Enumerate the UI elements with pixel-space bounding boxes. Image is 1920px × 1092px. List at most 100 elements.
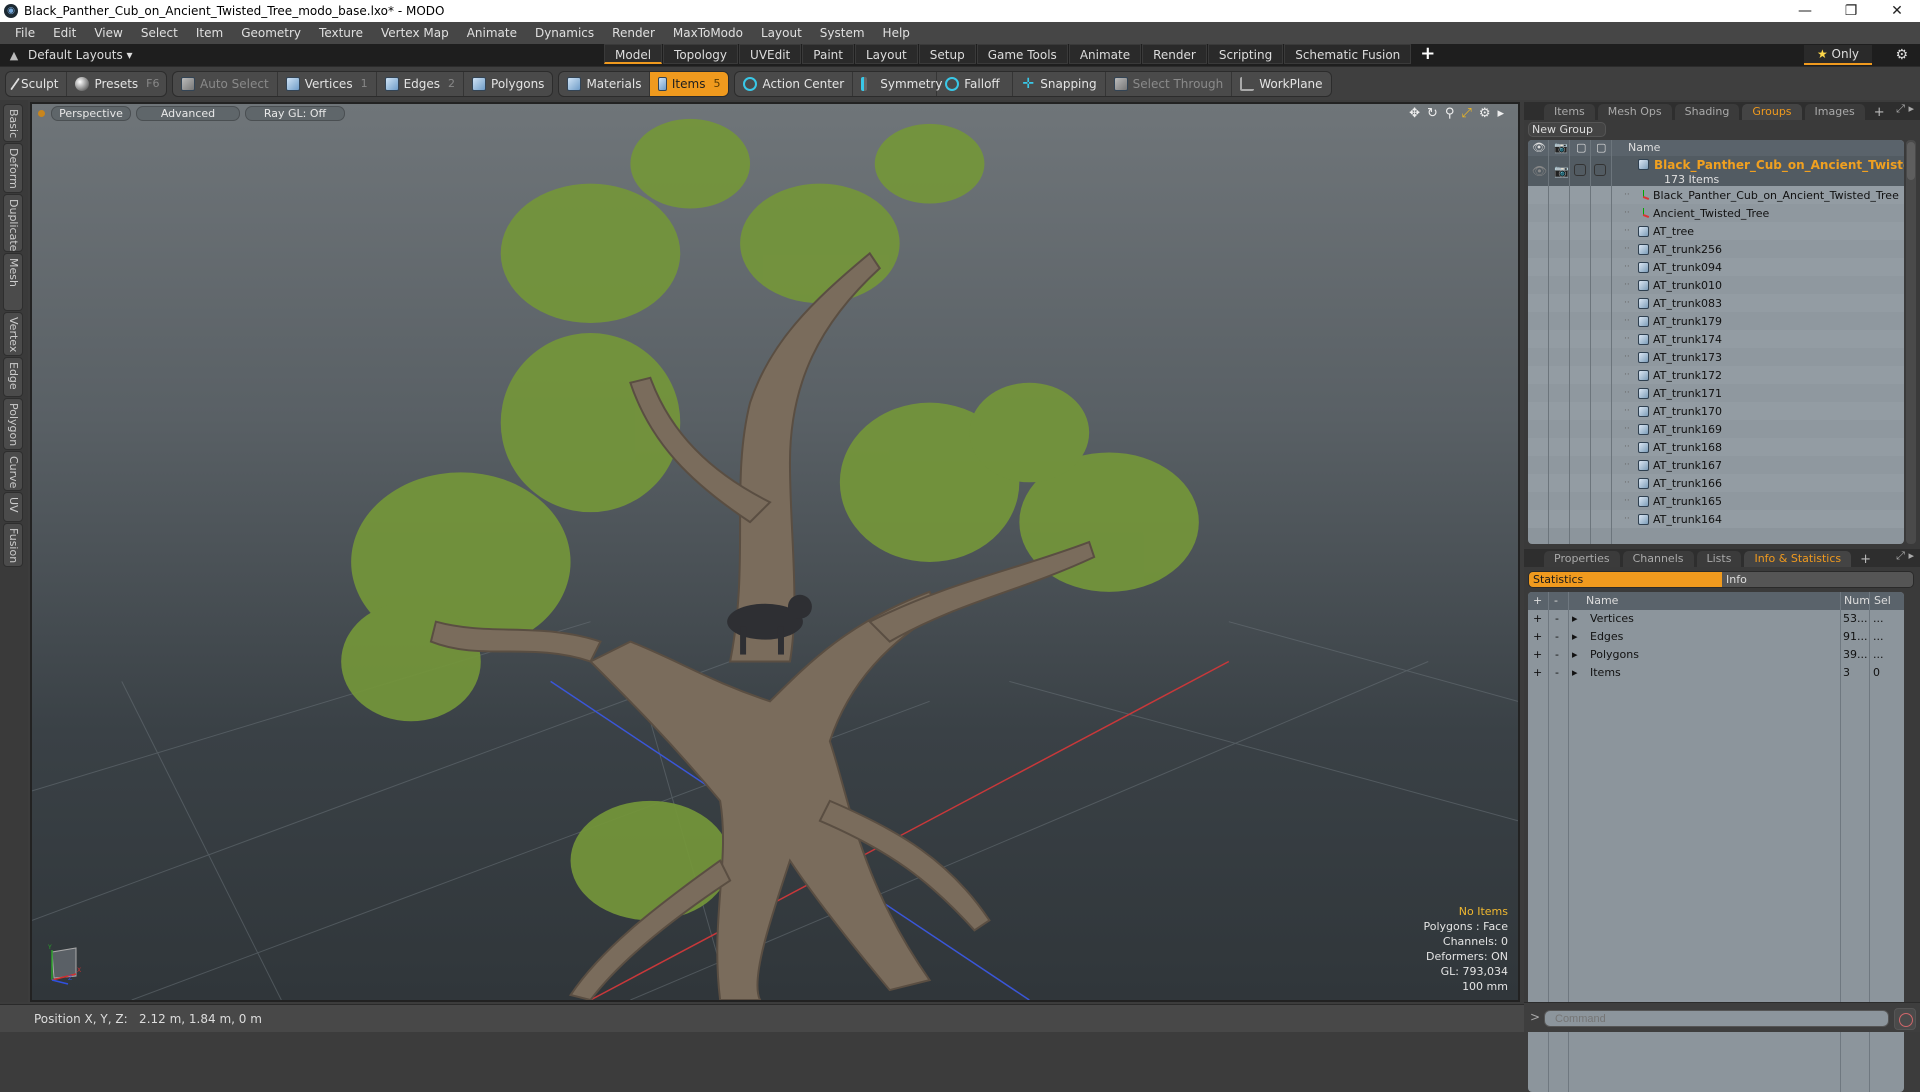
group-member-row[interactable]: ·· AT_trunk168 (1528, 438, 1904, 456)
tab-game-tools[interactable]: Game Tools (976, 44, 1068, 64)
advanced-shading-button[interactable]: Advanced (136, 106, 240, 121)
vertices-button[interactable]: Vertices 1 (278, 71, 377, 96)
maximize-button[interactable]: ❐ (1828, 0, 1874, 22)
groups-scrollbar[interactable] (1906, 140, 1916, 544)
add-selection-button[interactable]: + (1533, 612, 1542, 625)
tool-tab-deform[interactable]: Deform (3, 143, 23, 193)
zoom-icon[interactable]: ⚲ (1445, 106, 1455, 121)
remove-selection-button[interactable]: - (1555, 648, 1559, 661)
tool-tab-uv[interactable]: UV (3, 492, 23, 522)
tool-tab-curve[interactable]: Curve (3, 451, 23, 491)
group-member-row[interactable]: ·· AT_trunk167 (1528, 456, 1904, 474)
tab-info-statistics[interactable]: Info & Statistics (1744, 551, 1852, 567)
gear-icon[interactable]: ⚙ (1895, 44, 1908, 66)
render-column-icon[interactable]: 📷 (1554, 141, 1568, 154)
statistics-row[interactable]: + - ▸ Items 3 0 (1528, 664, 1904, 682)
group-lock-toggle[interactable] (1574, 164, 1586, 176)
group-member-row[interactable]: ·· AT_tree (1528, 222, 1904, 240)
tool-tab-fusion[interactable]: Fusion (3, 523, 23, 567)
group-member-row[interactable]: ·· AT_trunk171 (1528, 384, 1904, 402)
edges-button[interactable]: Edges 2 (377, 71, 465, 96)
group-member-row[interactable]: ·· Ancient_Twisted_Tree (1528, 204, 1904, 222)
menu-file[interactable]: File (6, 26, 44, 40)
remove-selection-button[interactable]: - (1555, 612, 1559, 625)
tab-layout[interactable]: Layout (854, 44, 918, 64)
raygl-button[interactable]: Ray GL: Off (245, 106, 345, 121)
menu-layout[interactable]: Layout (752, 26, 811, 40)
statistics-row[interactable]: + - ▸ Edges 91...... (1528, 628, 1904, 646)
new-group-button[interactable]: New Group (1528, 122, 1606, 137)
viewport-status-dot[interactable] (38, 110, 45, 117)
group-member-row[interactable]: ·· AT_trunk256 (1528, 240, 1904, 258)
select-through-button[interactable]: Select Through (1106, 71, 1233, 96)
add-selection-button[interactable]: + (1533, 666, 1542, 679)
group-member-row[interactable]: ·· AT_trunk170 (1528, 402, 1904, 420)
statistics-row[interactable]: + - ▸ Vertices 53...... (1528, 610, 1904, 628)
menu-system[interactable]: System (811, 26, 874, 40)
default-layouts-dropdown[interactable]: Default Layouts ▾ (28, 48, 133, 62)
menu-edit[interactable]: Edit (44, 26, 85, 40)
group-row[interactable]: 👁 📷 Black_Panther_Cub_on_Ancient_Twisted… (1528, 156, 1904, 186)
tool-tab-polygon[interactable]: Polygon (3, 398, 23, 450)
group-member-row[interactable]: ·· AT_trunk083 (1528, 294, 1904, 312)
pan-icon[interactable]: ✥ (1409, 106, 1420, 121)
tool-tab-duplicate[interactable]: Duplicate (3, 194, 23, 252)
minimize-button[interactable]: — (1782, 0, 1828, 22)
tool-tab-vertex[interactable]: Vertex (3, 312, 23, 356)
menu-maxtomodo[interactable]: MaxToModo (664, 26, 752, 40)
menu-select[interactable]: Select (132, 26, 187, 40)
symmetry-button[interactable]: Symmetry (853, 71, 942, 96)
command-input[interactable] (1544, 1010, 1889, 1027)
tab-mesh-ops[interactable]: Mesh Ops (1597, 104, 1672, 120)
action-center-button[interactable]: Action Center (735, 71, 854, 96)
tab-schematic-fusion[interactable]: Schematic Fusion (1284, 44, 1412, 64)
tab-items[interactable]: Items (1544, 104, 1595, 120)
statistics-row[interactable]: + - ▸ Polygons 39...... (1528, 646, 1904, 664)
only-button[interactable]: ★ Only (1804, 45, 1872, 65)
menu-view[interactable]: View (85, 26, 131, 40)
menu-item[interactable]: Item (187, 26, 232, 40)
3d-viewport[interactable]: Perspective Advanced Ray GL: Off ✥ ↻ ⚲ ⤢… (30, 102, 1520, 1002)
presets-button[interactable]: Presets F6 (67, 72, 166, 96)
expand-arrow-icon[interactable]: ▸ (1572, 630, 1578, 643)
sculpt-button[interactable]: Sculpt (6, 71, 68, 96)
group-member-row[interactable]: ·· AT_trunk169 (1528, 420, 1904, 438)
add-panel-tab-button[interactable]: + (1868, 105, 1891, 120)
tab-groups[interactable]: Groups (1742, 104, 1802, 120)
group-select-toggle[interactable] (1594, 164, 1606, 176)
group-member-row[interactable]: ·· AT_trunk164 (1528, 510, 1904, 528)
group-visibility-toggle[interactable]: 👁 (1532, 164, 1547, 178)
menu-animate[interactable]: Animate (458, 26, 526, 40)
menu-vertex-map[interactable]: Vertex Map (372, 26, 458, 40)
tab-render[interactable]: Render (1142, 44, 1207, 64)
group-member-row[interactable]: ·· AT_trunk172 (1528, 366, 1904, 384)
menu-texture[interactable]: Texture (310, 26, 372, 40)
add-tab-button[interactable]: + (1412, 44, 1443, 66)
maximize-viewport-icon[interactable]: ⤢ (1461, 106, 1471, 121)
group-member-row[interactable]: ·· AT_trunk094 (1528, 258, 1904, 276)
tool-tab-mesh-edit[interactable]: Mesh Edit (0, 253, 23, 311)
expand-arrow-icon[interactable]: ▸ (1572, 648, 1578, 661)
add-selection-button[interactable]: + (1533, 630, 1542, 643)
add-info-tab-button[interactable]: + (1854, 552, 1877, 567)
close-button[interactable]: ✕ (1874, 0, 1920, 22)
group-member-row[interactable]: ·· AT_trunk010 (1528, 276, 1904, 294)
tool-tab-basic[interactable]: Basic (3, 104, 23, 142)
menu-render[interactable]: Render (603, 26, 664, 40)
perspective-button[interactable]: Perspective (51, 106, 131, 121)
group-member-row[interactable]: ·· AT_trunk174 (1528, 330, 1904, 348)
expand-panel-icon[interactable]: ⤢ ▸ (1896, 102, 1914, 116)
collapse-arrow-icon[interactable]: ▲ (0, 49, 28, 62)
remove-selection-button[interactable]: - (1555, 630, 1559, 643)
remove-selection-button[interactable]: - (1555, 666, 1559, 679)
tab-setup[interactable]: Setup (918, 44, 976, 64)
auto-select-button[interactable]: Auto Select (173, 71, 278, 96)
group-member-row[interactable]: ·· Black_Panther_Cub_on_Ancient_Twisted_T… (1528, 186, 1904, 204)
tab-shading[interactable]: Shading (1674, 104, 1740, 120)
falloff-button[interactable]: Falloff (937, 71, 1014, 96)
subtab-statistics[interactable]: Statistics (1529, 572, 1722, 587)
group-member-row[interactable]: ·· AT_trunk179 (1528, 312, 1904, 330)
select-column-icon[interactable]: ▢ (1596, 141, 1606, 154)
expand-arrow-icon[interactable]: ▸ (1572, 666, 1578, 679)
viewport-menu-arrow-icon[interactable]: ▸ (1497, 106, 1504, 121)
